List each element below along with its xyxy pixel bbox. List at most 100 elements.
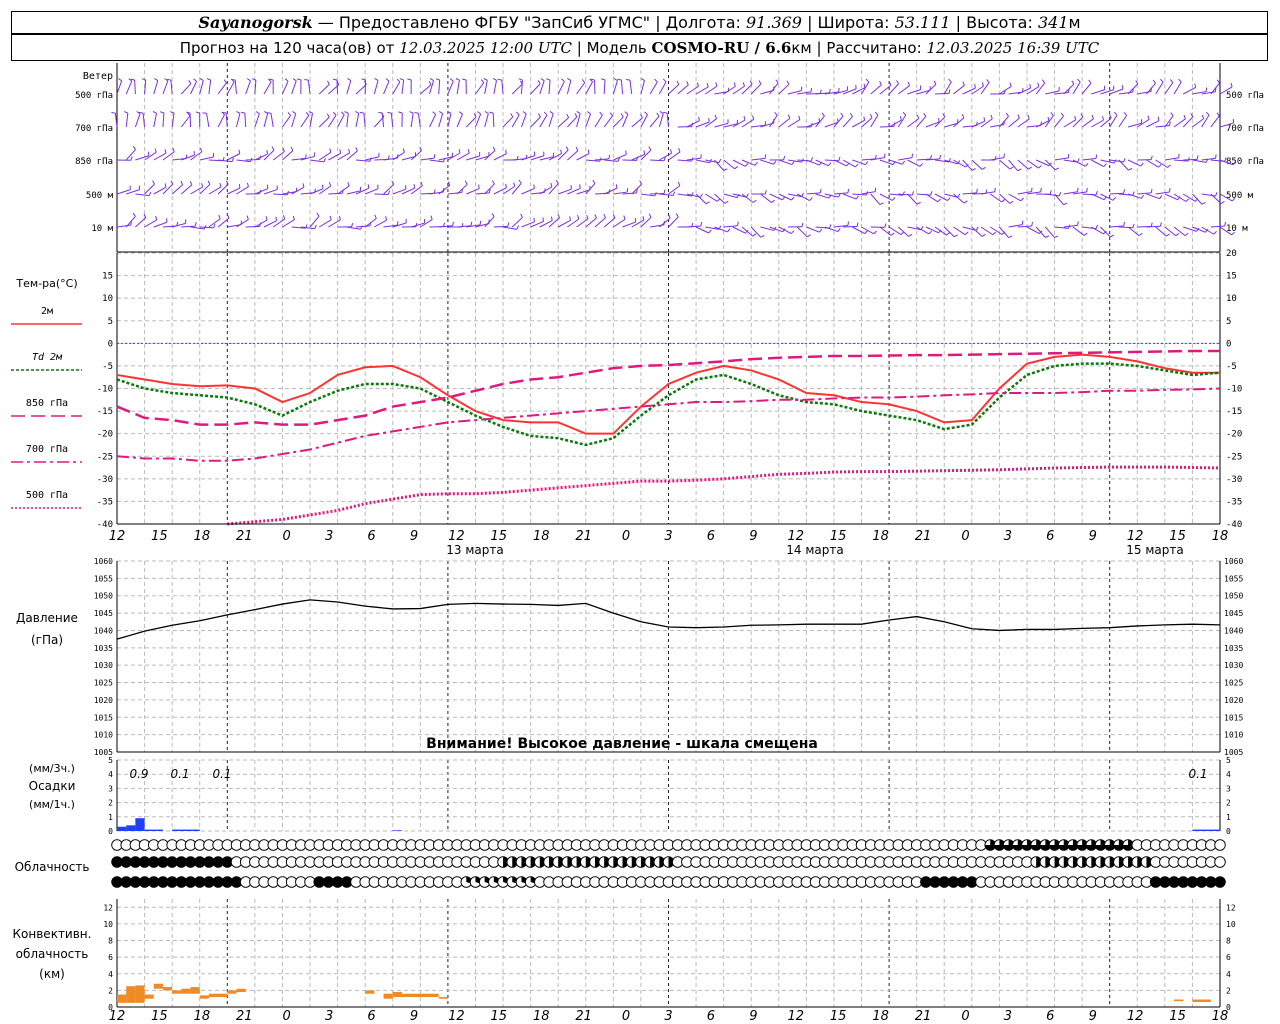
wind-barb-flag	[565, 146, 569, 151]
temp-tick-right: -20	[1226, 430, 1242, 440]
wind-barb-flag	[123, 111, 129, 114]
wind-barb	[548, 80, 551, 95]
wind-barb	[447, 113, 452, 128]
wind-barb-flag	[656, 112, 660, 117]
wind-barb	[337, 114, 345, 128]
wind-barb-flag	[698, 116, 700, 121]
wind-barb-flag	[1049, 190, 1052, 195]
wind-barb	[962, 159, 973, 171]
wind-barb	[162, 183, 174, 195]
wind-barb-flag	[806, 234, 811, 238]
wind-level-label-right: 850 гПа	[1226, 157, 1264, 167]
time-tick-label-bottom: 9	[410, 1009, 418, 1024]
precip-bar	[135, 818, 145, 831]
wind-barb-flag	[742, 82, 745, 87]
wind-barb-flag	[752, 115, 755, 120]
precip-bar	[144, 829, 163, 831]
time-tick-label: 15	[151, 529, 168, 544]
wind-barb	[879, 193, 893, 201]
wind-barb	[603, 115, 614, 128]
wind-barb	[999, 86, 1012, 95]
wind-barb	[603, 79, 606, 95]
wind-barb	[1026, 159, 1039, 169]
wind-barb-flag	[617, 78, 622, 81]
precip-title: Осадки	[29, 779, 76, 793]
time-tick-label-bottom: 15	[491, 1009, 508, 1024]
wind-barb-flag	[154, 148, 157, 153]
wind-barb-flag	[648, 146, 652, 151]
time-tick-label: 12	[1127, 529, 1144, 544]
wind-barb	[815, 159, 829, 167]
wind-barb-flag	[347, 78, 352, 82]
wind-barb	[134, 113, 141, 128]
wind-barb-flag	[957, 193, 961, 198]
wind-barb-flag	[581, 79, 586, 83]
wind-barb	[1118, 115, 1128, 128]
wind-barb-flag	[1001, 199, 1006, 203]
wind-barb-flag	[292, 111, 297, 115]
wind-barb-flag	[287, 112, 291, 116]
conv-tick-left: 0	[108, 1003, 113, 1012]
wind-barb	[1063, 224, 1078, 228]
wind-barb	[484, 216, 495, 228]
pressure-tick-left: 1015	[94, 713, 113, 722]
wind-barb	[245, 225, 260, 228]
wind-barb-flag	[1132, 191, 1135, 196]
wind-barb-flag	[1128, 167, 1133, 171]
wind-barb	[953, 117, 965, 128]
wind-barb	[511, 217, 523, 228]
wind-barb-flag	[954, 234, 958, 238]
wind-barb-flag	[246, 215, 249, 220]
wind-barb	[263, 81, 272, 95]
wind-level-label: 700 гПа	[75, 124, 113, 134]
wind-barb-flag	[189, 180, 193, 185]
wind-barb	[181, 184, 193, 195]
wind-barb	[346, 226, 361, 230]
wind-barb-flag	[238, 149, 241, 154]
wind-barb-flag	[1170, 112, 1174, 117]
wind-barb-flag	[323, 158, 326, 163]
wind-barb	[199, 184, 211, 195]
wind-barb-flag	[663, 189, 666, 194]
wind-barb-flag	[1077, 221, 1079, 226]
day-label: 13 марта	[446, 543, 503, 557]
wind-barb	[1210, 82, 1220, 95]
wind-barb-flag	[435, 78, 440, 81]
wind-barb	[769, 82, 779, 95]
wind-barb-flag	[302, 183, 305, 188]
wind-barb-flag	[603, 213, 606, 219]
wind-barb-flag	[916, 114, 920, 119]
wind-barb	[796, 226, 808, 238]
wind-barb-flag	[1112, 196, 1117, 201]
wind-barb	[181, 225, 196, 228]
wind-barb-flag	[518, 179, 522, 184]
wind-barb	[1100, 226, 1111, 238]
wind-barb-flag	[308, 111, 313, 114]
wind-barb	[934, 193, 948, 202]
wind-barb-flag	[923, 112, 927, 117]
time-tick-label: 6	[1046, 529, 1054, 544]
wind-barb	[1035, 82, 1046, 95]
cloud-cell	[1214, 839, 1226, 851]
wind-barb	[1054, 91, 1069, 95]
pressure-tick-left: 1055	[94, 574, 113, 583]
wind-barb-flag	[327, 80, 330, 85]
wind-barb	[225, 113, 228, 128]
wind-barb	[1017, 225, 1032, 228]
wind-barb	[980, 82, 990, 95]
wind-barb-flag	[329, 215, 332, 220]
wind-barb-flag	[787, 114, 791, 119]
wind-barb-flag	[537, 80, 541, 85]
wind-barb-flag	[818, 228, 823, 233]
wind-barb	[1210, 115, 1220, 128]
wind-barb-flag	[1063, 202, 1068, 206]
time-tick-label-bottom: 21	[915, 1009, 932, 1024]
wind-barb	[824, 193, 839, 198]
wind-barb-flag	[675, 213, 679, 218]
wind-barb-flag	[561, 78, 565, 82]
wind-barb-flag	[819, 89, 822, 94]
pressure-tick-left: 1020	[94, 696, 113, 705]
wind-barb	[244, 112, 247, 128]
time-tick-label-bottom: 15	[151, 1009, 168, 1024]
wind-barb-flag	[1152, 79, 1156, 84]
